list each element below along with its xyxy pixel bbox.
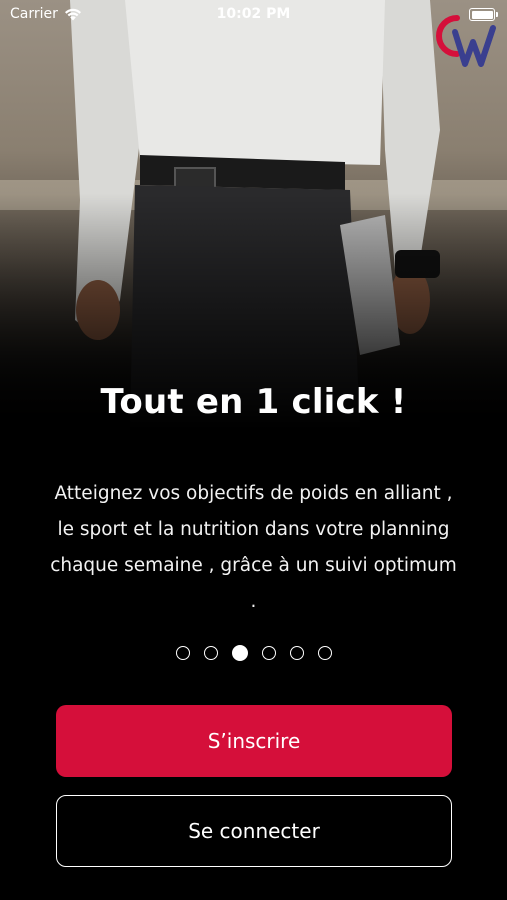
signup-button[interactable]: S’inscrire	[56, 705, 452, 777]
slide-description: Atteignez vos objectifs de poids en alli…	[50, 483, 457, 612]
page-dot-active[interactable]	[231, 645, 248, 661]
brand-logo	[436, 15, 496, 67]
page-dot[interactable]	[203, 646, 218, 660]
signup-button-label: S’inscrire	[207, 729, 301, 753]
page-dot[interactable]	[289, 646, 304, 660]
slide-title: Tout en 1 click !	[100, 382, 407, 422]
page-indicator[interactable]	[0, 645, 507, 661]
page-dot[interactable]	[261, 646, 276, 660]
login-button-label: Se connecter	[188, 819, 320, 843]
page-dot[interactable]	[175, 646, 190, 660]
login-button[interactable]: Se connecter	[56, 795, 452, 867]
page-dot[interactable]	[317, 646, 332, 660]
